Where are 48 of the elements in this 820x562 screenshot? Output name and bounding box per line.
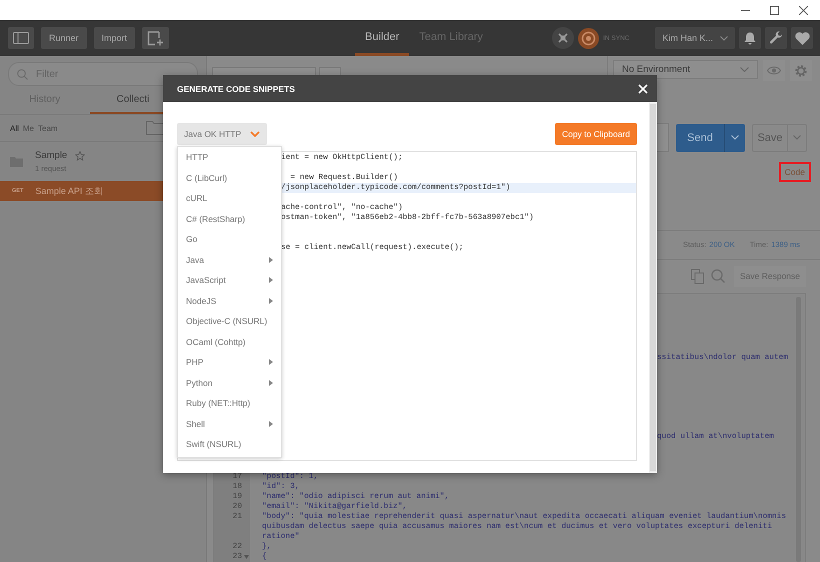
menu-item[interactable]: NodeJS — [178, 290, 281, 311]
settings-button[interactable] — [765, 27, 787, 49]
send-button[interactable]: Send — [676, 124, 745, 152]
menu-item[interactable]: Shell — [178, 414, 281, 434]
menu-item[interactable]: Objective-C (NSURL) — [178, 311, 281, 332]
new-tab-icon — [147, 30, 164, 46]
scrollbar[interactable] — [649, 102, 657, 473]
toolbar-button[interactable]: Import — [94, 27, 136, 49]
caret-icon — [720, 36, 728, 40]
menu-item[interactable]: Python — [178, 372, 281, 393]
eye-icon — [767, 66, 781, 75]
wrench-icon — [769, 31, 783, 45]
menu-item[interactable]: PHP — [178, 352, 281, 372]
search-icon — [17, 68, 28, 80]
filter-option[interactable]: All — [10, 124, 19, 132]
menu-item[interactable]: Swift (NSURL) — [178, 434, 281, 454]
menu-item[interactable]: C# (RestSharp) — [178, 208, 281, 229]
language-select[interactable]: Java OK HTTP — [177, 123, 268, 145]
menu-item[interactable]: Java — [178, 250, 281, 270]
close-icon[interactable] — [799, 6, 808, 14]
toolbar-button[interactable]: Runner — [41, 27, 87, 49]
caret-icon — [250, 131, 260, 137]
favorites-button[interactable] — [791, 27, 813, 49]
collection-name[interactable]: Sample — [35, 150, 68, 161]
star-icon[interactable] — [75, 150, 86, 160]
caret-icon — [740, 67, 749, 72]
menu-item[interactable]: JavaScript — [178, 270, 281, 290]
menu-item[interactable]: Go — [178, 229, 281, 250]
maximize-icon[interactable] — [770, 6, 779, 14]
new-tab-button[interactable] — [142, 27, 170, 49]
gear-icon — [794, 64, 808, 78]
heart-icon — [794, 32, 810, 44]
sidebar-icon — [13, 32, 29, 44]
user-menu[interactable]: Kim Han K... — [655, 27, 735, 49]
notifications-button[interactable] — [739, 27, 761, 49]
filter-option[interactable]: Me — [22, 124, 34, 132]
menu-item[interactable]: HTTP — [178, 147, 281, 168]
request-name: Sample API 조회 — [35, 184, 103, 198]
caret-icon — [731, 135, 739, 140]
copy-to-clipboard-button[interactable]: Copy to Clipboard — [554, 123, 637, 145]
sync-icon[interactable] — [578, 28, 600, 48]
environment-select[interactable]: No Environment — [613, 60, 758, 79]
filter-option[interactable]: Team — [38, 124, 58, 132]
menu-item[interactable]: OCaml (Cohttp) — [178, 332, 281, 352]
menu-item[interactable]: Ruby (NET::Http) — [178, 393, 281, 414]
sidebar-toggle-button[interactable] — [8, 27, 34, 49]
caret-icon — [793, 135, 801, 140]
bell-icon — [744, 32, 756, 44]
